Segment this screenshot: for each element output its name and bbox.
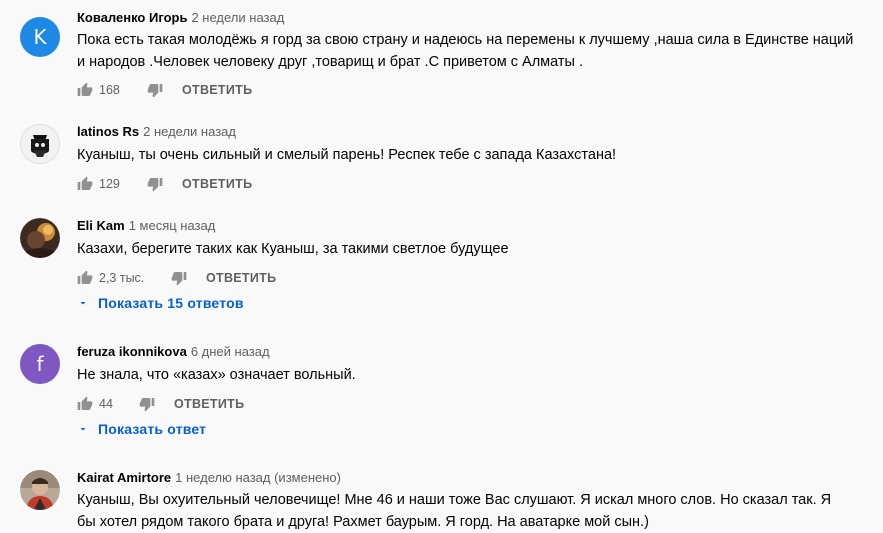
comment-time[interactable]: 6 дней назад <box>191 344 270 359</box>
comment-actions: 2,3 тыс. ОТВЕТИТЬ <box>75 266 276 290</box>
reply-button[interactable]: ОТВЕТИТЬ <box>182 83 252 97</box>
thumb-up-icon[interactable] <box>75 80 95 100</box>
like-count: 2,3 тыс. <box>99 271 145 285</box>
comment-author[interactable]: Коваленко Игорь <box>77 10 187 25</box>
avatar[interactable]: K <box>20 17 60 57</box>
comment-time[interactable]: 2 недели назад <box>191 10 284 25</box>
chevron-down-icon <box>76 422 90 436</box>
comment-actions: 44 ОТВЕТИТЬ <box>75 392 244 416</box>
avatar-image <box>21 125 59 163</box>
comment-time[interactable]: 2 недели назад <box>143 124 236 139</box>
like-count: 44 <box>99 397 113 411</box>
comment-author[interactable]: feruza ikonnikova <box>77 344 187 359</box>
comment-text: Куаныш, ты очень сильный и смелый парень… <box>77 147 617 163</box>
avatar-image <box>20 218 60 258</box>
thumb-down-icon[interactable] <box>145 174 165 194</box>
comment-author[interactable]: Kairat Amirtore <box>77 470 171 485</box>
thumb-down-icon[interactable] <box>145 80 165 100</box>
show-replies-button[interactable]: Показать 15 ответов <box>76 295 244 311</box>
comment-text: Пока есть такая молодёжь я горд за свою … <box>77 32 854 70</box>
reply-button[interactable]: ОТВЕТИТЬ <box>182 177 252 191</box>
comment-actions: 129 ОТВЕТИТЬ <box>75 172 252 196</box>
chevron-down-icon <box>76 296 90 310</box>
comment-header: Коваленко Игорь 2 недели назад <box>77 10 284 25</box>
avatar[interactable] <box>20 218 60 258</box>
comment-text: Казахи, берегите таких как Куаныш, за та… <box>77 241 509 257</box>
thumb-down-icon[interactable] <box>137 394 157 414</box>
thumb-up-icon[interactable] <box>75 268 95 288</box>
thumb-down-icon[interactable] <box>169 268 189 288</box>
comment-author[interactable]: latinos Rs <box>77 124 139 139</box>
like-count: 168 <box>99 83 120 97</box>
comment-header: latinos Rs 2 недели назад <box>77 124 236 139</box>
thumb-up-icon[interactable] <box>75 394 95 414</box>
comment-time[interactable]: 1 месяц назад <box>129 218 216 233</box>
comment-header: feruza ikonnikova 6 дней назад <box>77 344 270 359</box>
avatar-letter: K <box>33 25 47 49</box>
show-replies-label: Показать ответ <box>98 421 207 437</box>
comment-author[interactable]: Eli Kam <box>77 218 125 233</box>
avatar-letter: f <box>36 352 44 376</box>
avatar[interactable] <box>20 470 60 510</box>
thumb-up-icon[interactable] <box>75 174 95 194</box>
like-count: 129 <box>99 177 120 191</box>
show-replies-label: Показать 15 ответов <box>98 295 244 311</box>
comment-header: Kairat Amirtore 1 неделю назад (изменено) <box>77 470 341 485</box>
avatar[interactable]: f <box>20 344 60 384</box>
reply-button[interactable]: ОТВЕТИТЬ <box>206 271 276 285</box>
comment-header: Eli Kam 1 месяц назад <box>77 218 215 233</box>
avatar-image <box>20 470 60 510</box>
avatar[interactable] <box>20 124 60 164</box>
comment-actions: 168 ОТВЕТИТЬ <box>75 78 252 102</box>
reply-button[interactable]: ОТВЕТИТЬ <box>174 397 244 411</box>
show-replies-button[interactable]: Показать ответ <box>76 421 206 437</box>
comment-time[interactable]: 1 неделю назад (изменено) <box>175 470 341 485</box>
comment-text: Не знала, что «казах» означает вольный. <box>77 367 356 383</box>
comment-text: Куаныш, Вы охуительный человечище! Мне 4… <box>77 492 832 530</box>
